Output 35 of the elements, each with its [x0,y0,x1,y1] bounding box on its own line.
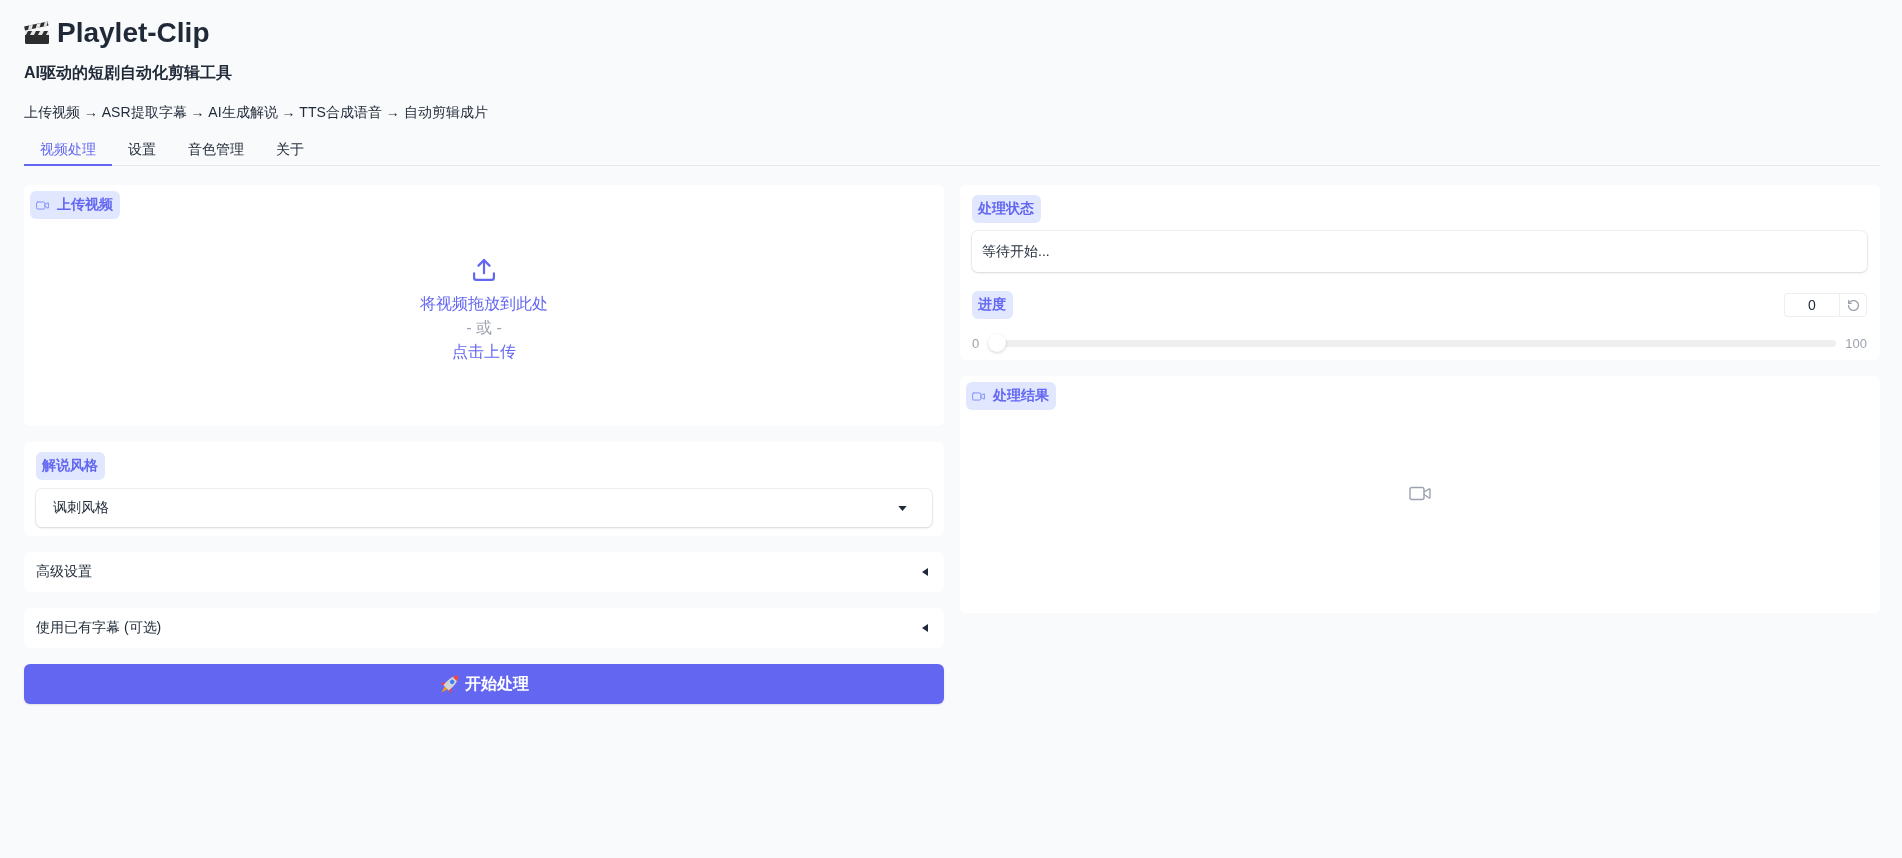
panel-label: 进度 [972,291,1013,319]
panel-label: 处理状态 [972,195,1041,223]
clapperboard-icon [24,21,50,45]
app-subtitle: AI驱动的短剧自动化剪辑工具 [24,63,233,83]
tab[interactable]: 设置 [112,136,172,166]
video-camera-icon [972,391,985,401]
style-dropdown[interactable]: 讽刺风格 [36,489,932,527]
status-field: 等待开始... [972,231,1867,272]
tab[interactable]: 视频处理 [24,136,112,166]
reset-icon [1847,299,1859,311]
pipeline-steps-text: 上传视频 → ASR提取字幕 → AI生成解说 → TTS合成语音 → 自动剪辑成片 [24,103,489,122]
video-placeholder-icon [1409,486,1431,501]
triangle-left-icon [922,624,928,632]
reset-button[interactable] [1839,293,1867,317]
tab[interactable]: 关于 [260,136,320,166]
panel-label: 解说风格 [36,452,105,480]
video-camera-icon [36,200,49,210]
slider-max-label: 100 [1845,335,1867,351]
progress-slider[interactable] [988,334,1837,352]
rocket-icon [439,674,459,694]
drop-hint-text: 将视频拖放到此处 [420,294,548,314]
start-button[interactable]: 开始处理 [24,664,944,704]
accordion-header[interactable]: 使用已有字幕 (可选) [24,608,944,648]
click-upload-link[interactable]: 点击上传 [452,340,516,364]
triangle-left-icon [922,568,928,576]
accordion-header[interactable]: 高级设置 [24,552,944,592]
app-title: Playlet-Clip [57,17,210,49]
panel-label-text: 上传视频 [57,196,113,214]
caret-down-icon [898,505,907,511]
or-separator-text: - 或 - [466,318,502,338]
slider-thumb[interactable] [988,334,1007,352]
panel-label-text: 处理结果 [993,387,1049,405]
slider-min-label: 0 [972,335,980,351]
upload-icon [473,259,495,281]
tab[interactable]: 音色管理 [172,136,260,166]
